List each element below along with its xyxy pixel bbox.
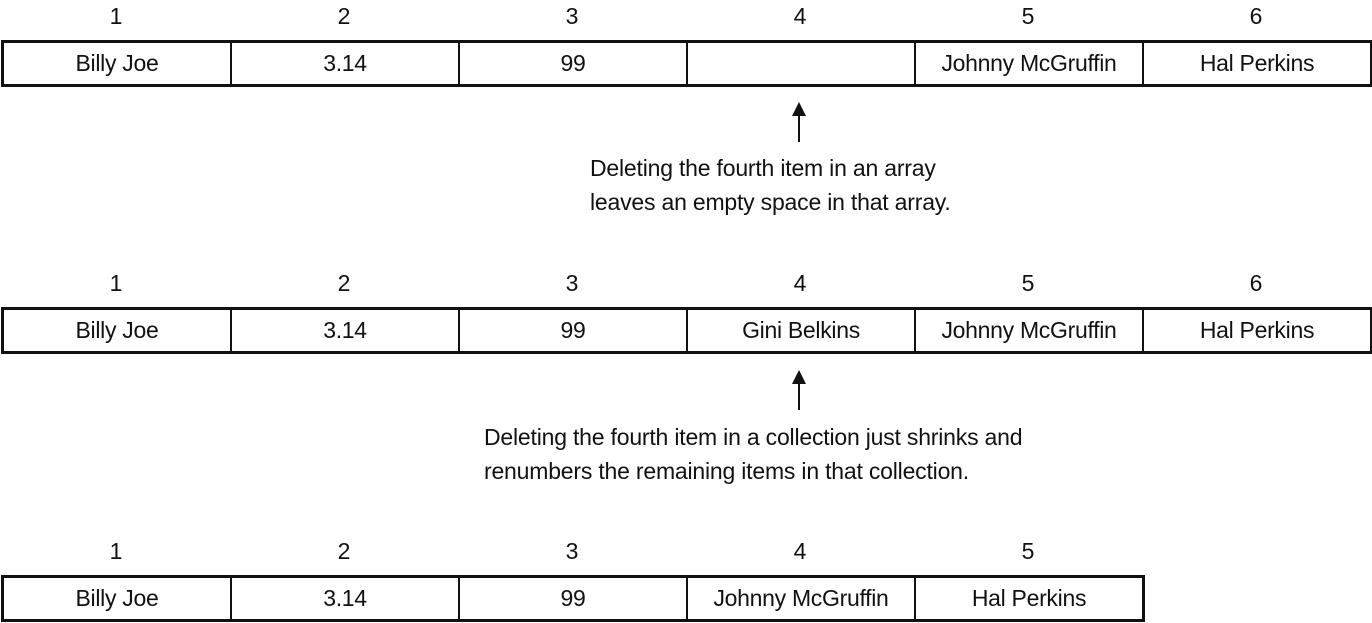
index-label: 5: [1021, 3, 1035, 29]
index-label: 1: [109, 538, 123, 564]
array-caption: Deleting the fourth item in an array lea…: [590, 151, 951, 219]
arrow-up-icon: [792, 102, 806, 142]
array-cell: Billy Joe: [4, 310, 232, 351]
index-label: 4: [793, 270, 807, 296]
array-row: Billy Joe 3.14 99 Johnny McGruffin Hal Perki…: [1, 40, 1372, 87]
caption-line: leaves an empty space in that array.: [590, 189, 951, 215]
index-label: 6: [1249, 270, 1263, 296]
array-cell: Hal Perkins: [1199, 50, 1315, 76]
caption-line: Deleting the fourth item in an array: [590, 155, 936, 181]
array-cell: Johnny McGruffin: [688, 578, 916, 619]
index-label: 2: [337, 538, 351, 564]
index-label: 1: [109, 3, 123, 29]
array-cell: 99: [460, 43, 688, 84]
index-label: 4: [793, 538, 807, 564]
index-label: 3: [565, 270, 579, 296]
index-label: 3: [565, 3, 579, 29]
array-cell: Gini Belkins: [688, 310, 916, 351]
arrow-up-icon: [792, 370, 806, 410]
caption-line: renumbers the remaining items in that co…: [484, 458, 969, 484]
index-label: 2: [337, 270, 351, 296]
collection-row-before: Billy Joe 3.14 99 Gini Belkins Johnny McGruf…: [1, 307, 1372, 354]
array-cell: 3.14: [232, 43, 460, 84]
collection-caption: Deleting the fourth item in a collection…: [484, 420, 1023, 488]
array-cell: Hal Perkins: [971, 585, 1087, 611]
array-cell: Hal Perkins: [1199, 317, 1315, 343]
array-cell: 99: [460, 310, 688, 351]
index-label: 4: [793, 3, 807, 29]
array-cell: 99: [460, 578, 688, 619]
array-cell: 3.14: [232, 578, 460, 619]
index-label: 1: [109, 270, 123, 296]
array-cell: Billy Joe: [4, 43, 232, 84]
index-label: 5: [1021, 538, 1035, 564]
array-cell: Johnny McGruffin: [916, 310, 1144, 351]
index-labels: 1 2 3 4 5: [2, 538, 1142, 568]
index-label: 2: [337, 3, 351, 29]
index-label: 3: [565, 538, 579, 564]
index-labels: 1 2 3 4 5 6: [2, 270, 1370, 300]
index-labels: 1 2 3 4 5 6: [2, 3, 1370, 33]
array-cell: [688, 43, 916, 84]
caption-line: Deleting the fourth item in a collection…: [484, 424, 1023, 450]
collection-row-after: Billy Joe 3.14 99 Johnny McGruffin Hal Perki…: [1, 575, 1145, 622]
array-cell: 3.14: [232, 310, 460, 351]
index-label: 5: [1021, 270, 1035, 296]
array-cell: Billy Joe: [4, 578, 232, 619]
array-cell: Johnny McGruffin: [916, 43, 1144, 84]
index-label: 6: [1249, 3, 1263, 29]
